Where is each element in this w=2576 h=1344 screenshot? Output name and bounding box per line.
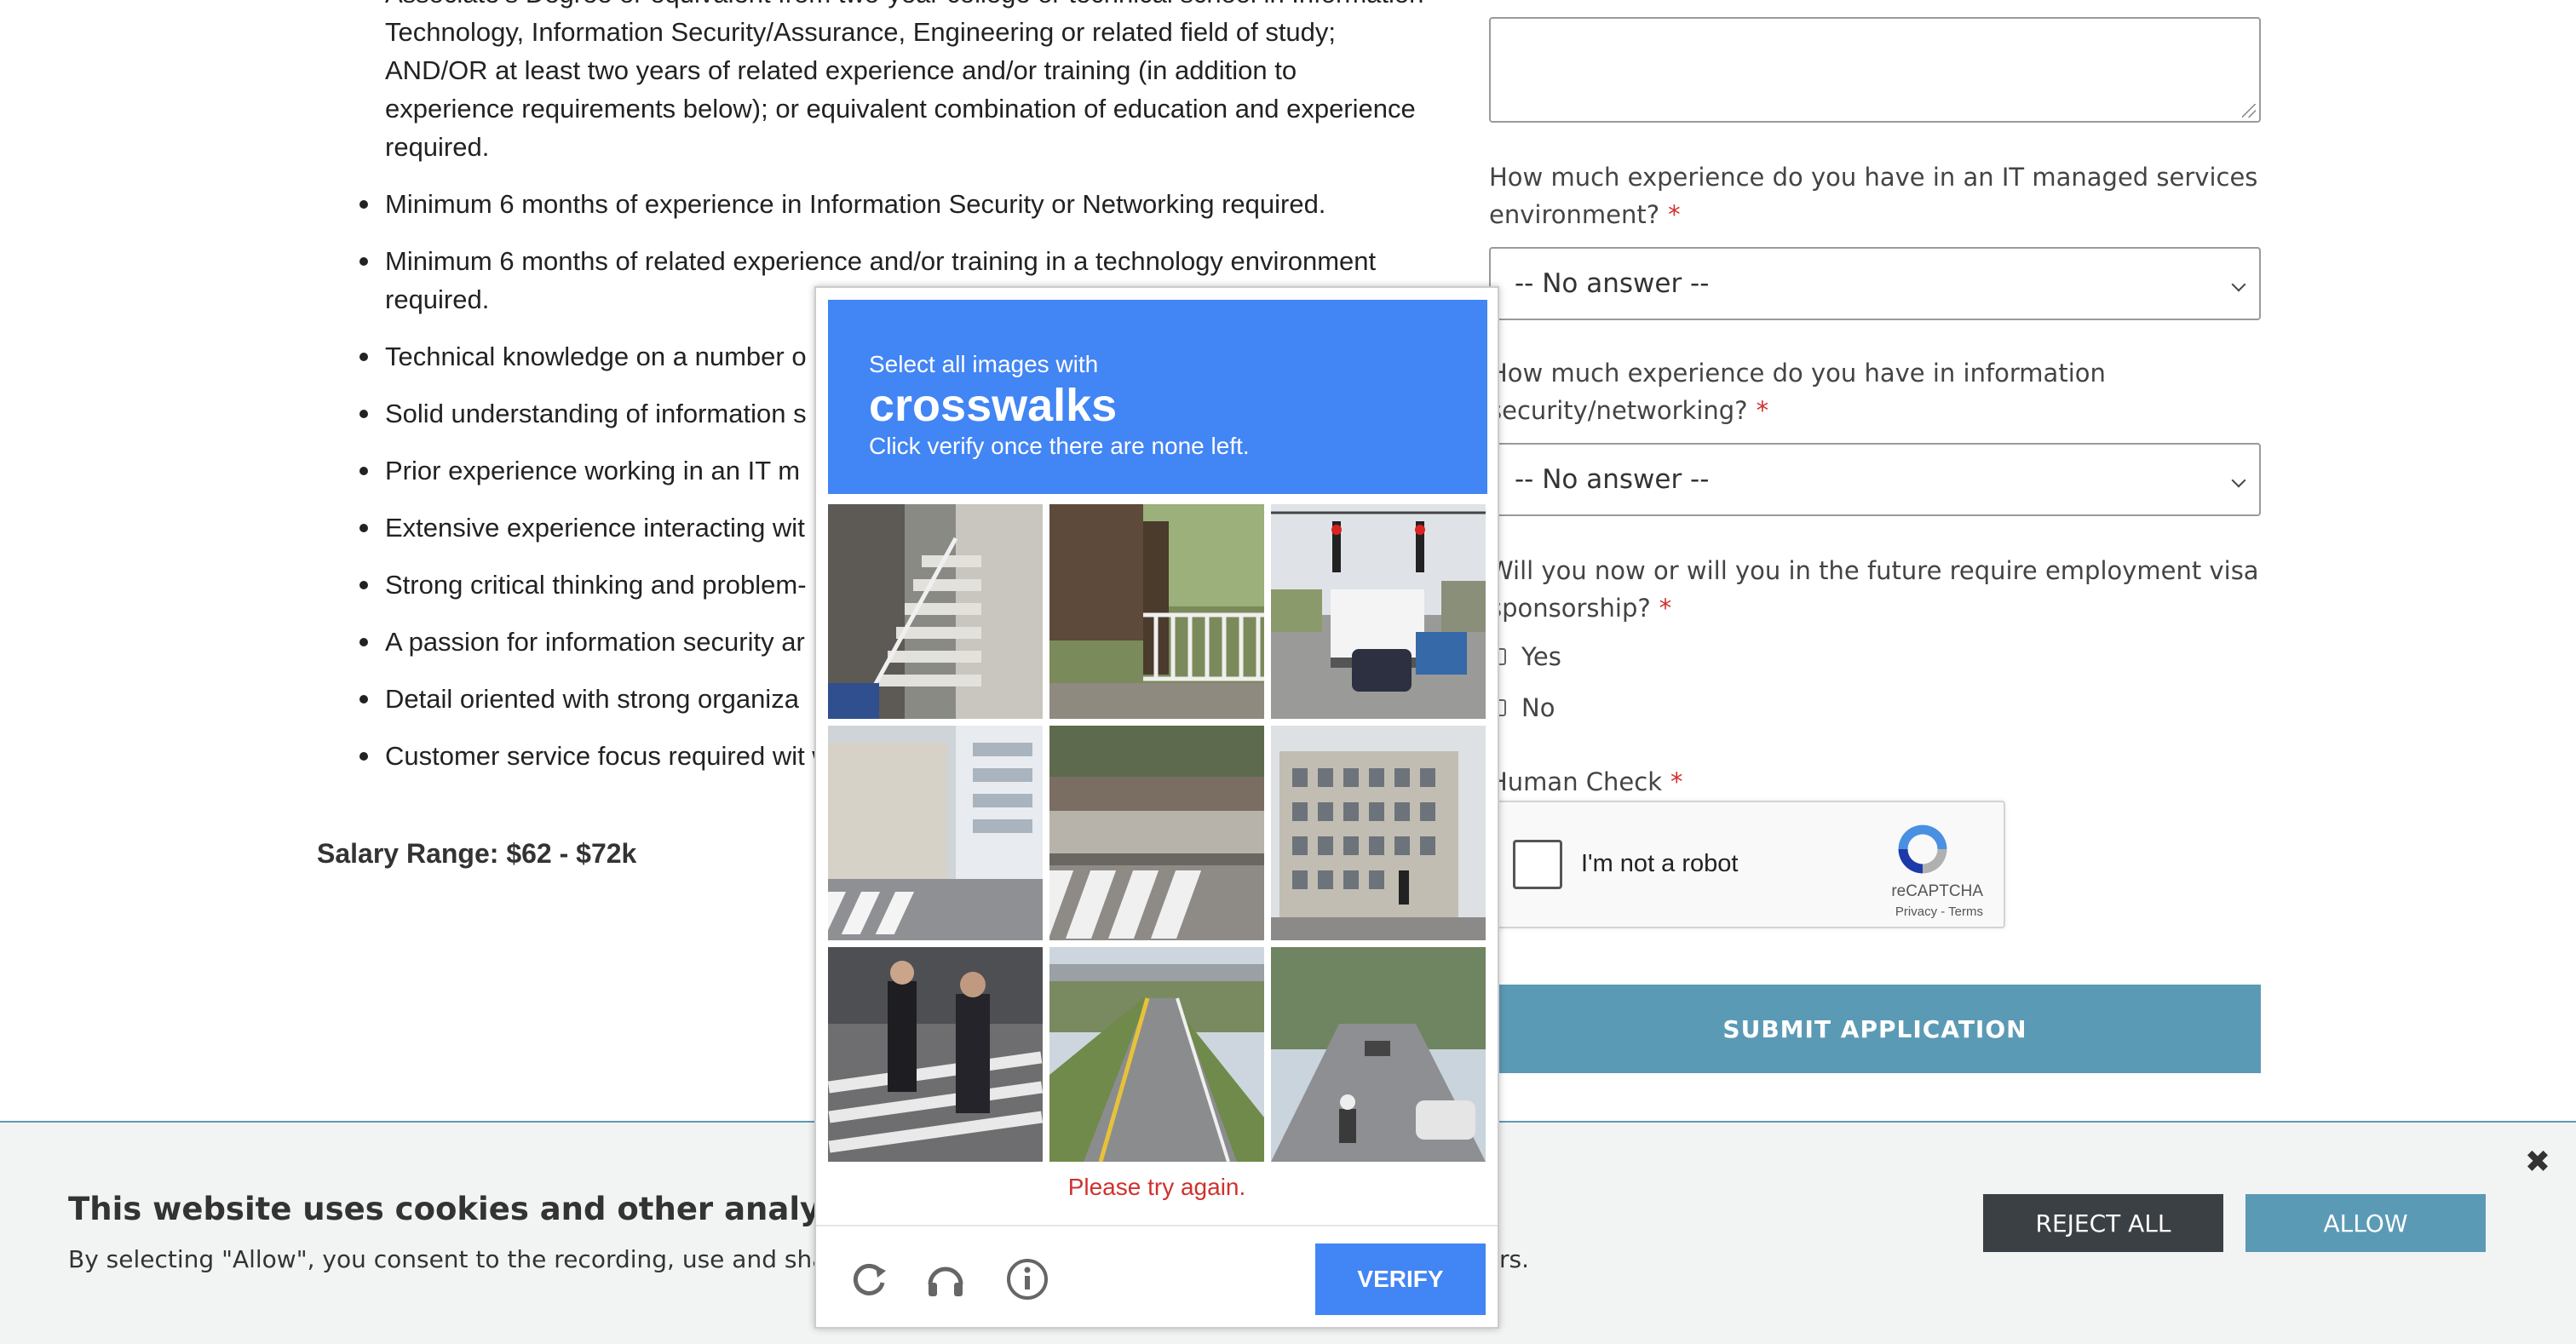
building-image (1271, 726, 1486, 940)
info-icon[interactable] (1005, 1257, 1049, 1301)
visa-yes-label: Yes (1521, 642, 1561, 671)
cookie-description-text: By selecting "Allow", you consent to the… (68, 1245, 874, 1273)
recaptcha-logo-icon (1898, 824, 1947, 874)
question-infosec: How much experience do you have in infor… (1489, 354, 2261, 429)
question-text: Will you now or will you in the future r… (1489, 556, 2259, 623)
recaptcha-label: I'm not a robot (1581, 850, 1739, 877)
challenge-instruction: Select all images with (869, 351, 1099, 377)
crosswalk-people-image (828, 947, 1043, 1162)
select-value: -- No answer -- (1515, 268, 1710, 299)
recaptcha-terms-link[interactable]: Privacy - Terms (1895, 905, 1983, 919)
stairs-image (828, 504, 1043, 719)
question-text: How much experience do you have in an IT… (1489, 163, 2258, 229)
fence-trees-image (1049, 504, 1264, 719)
verify-button[interactable]: VERIFY (1315, 1243, 1486, 1315)
list-item: Associate’s Degree or equivalent from tw… (317, 0, 1424, 166)
allow-button[interactable]: ALLOW (2245, 1194, 2486, 1252)
required-mark: * (1659, 594, 1672, 623)
traffic-lights-image (1271, 504, 1486, 719)
highway-image (1049, 947, 1264, 1162)
question-managed-services: How much experience do you have in an IT… (1489, 158, 2261, 233)
question-visa: Will you now or will you in the future r… (1489, 552, 2261, 627)
image-tile[interactable] (1049, 504, 1264, 719)
visa-no-label: No (1521, 693, 1555, 722)
submit-application-button[interactable]: SUBMIT APPLICATION (1489, 985, 2261, 1073)
select-value: -- No answer -- (1515, 464, 1710, 495)
reload-icon[interactable] (847, 1257, 891, 1301)
challenge-subtext: Click verify once there are none left. (869, 433, 1250, 459)
required-mark: * (1756, 396, 1769, 425)
image-tile[interactable] (828, 504, 1043, 719)
image-tile[interactable] (1271, 726, 1486, 940)
crosswalk-sidewalk-image (1049, 726, 1264, 940)
chevron-down-icon (2231, 277, 2246, 292)
recaptcha-challenge: Select all images with crosswalks Click … (814, 286, 1499, 1329)
managed-services-select[interactable]: -- No answer -- (1489, 247, 2261, 320)
resize-handle-icon[interactable] (2242, 104, 2256, 118)
required-mark: * (1668, 200, 1681, 229)
image-tile[interactable] (1049, 726, 1264, 940)
challenge-image-grid (828, 504, 1489, 1165)
challenge-footer: VERIFY (816, 1225, 1498, 1329)
list-item: Minimum 6 months of experience in Inform… (317, 185, 1424, 223)
recaptcha-brand: reCAPTCHA (1891, 882, 1983, 900)
infosec-select[interactable]: -- No answer -- (1489, 443, 2261, 516)
image-tile[interactable] (1271, 504, 1486, 719)
road-motorbike-image (1271, 947, 1486, 1162)
visa-yes-option[interactable]: Yes (1489, 642, 1561, 671)
reject-all-button[interactable]: REJECT ALL (1983, 1194, 2223, 1252)
image-tile[interactable] (1271, 947, 1486, 1162)
crosswalk-street-image (828, 726, 1043, 940)
challenge-keyword: crosswalks (869, 380, 1118, 431)
salary-range: Salary Range: $62 - $72k (317, 838, 637, 869)
answer-textarea[interactable] (1489, 17, 2261, 123)
page: Associate’s Degree or equivalent from tw… (0, 0, 2576, 1344)
required-mark: * (1670, 767, 1683, 796)
question-text: How much experience do you have in infor… (1489, 359, 2106, 425)
image-tile[interactable] (828, 947, 1043, 1162)
human-check-label: Human Check * (1489, 763, 2261, 801)
recaptcha-checkbox[interactable] (1513, 840, 1562, 889)
image-tile[interactable] (1049, 947, 1264, 1162)
cookie-description-tail: rs. (1499, 1245, 1529, 1273)
close-icon[interactable]: ✖ (2525, 1145, 2550, 1180)
challenge-error: Please try again. (1067, 1174, 1246, 1200)
cookie-description: By selecting "Allow", you consent to the… (68, 1245, 1529, 1273)
challenge-header: Select all images with crosswalks Click … (828, 300, 1487, 494)
question-text: Human Check (1489, 767, 1663, 796)
image-tile[interactable] (828, 726, 1043, 940)
chevron-down-icon (2231, 473, 2246, 488)
audio-challenge-icon[interactable] (923, 1257, 968, 1301)
recaptcha-widget: I'm not a robot reCAPTCHA Privacy - Term… (1489, 801, 2005, 928)
